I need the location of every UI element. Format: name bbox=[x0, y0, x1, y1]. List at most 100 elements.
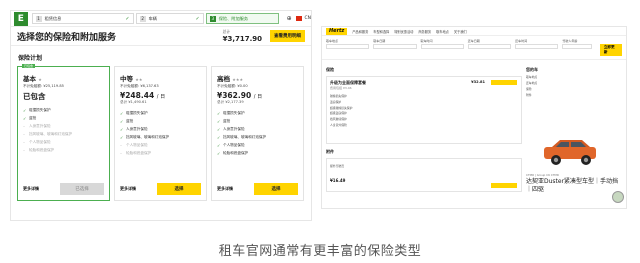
feature-item: ✓ 轮胎和底盘保护 bbox=[217, 151, 298, 156]
europcar-screenshot: E 1 租赁信息 ✓ 2 车辆 ✓ 3 保险、附加服务 ⊕ CN 选择您的保险和… bbox=[10, 10, 312, 221]
plan-price: ¥248.44 / 日 bbox=[120, 91, 201, 100]
feature-text: 人身意外保险 bbox=[29, 124, 51, 128]
language-code[interactable]: CN bbox=[304, 16, 311, 21]
feature-item: ✓ 盗抢 bbox=[23, 116, 104, 121]
step-rental-info[interactable]: 1 租赁信息 ✓ bbox=[31, 13, 134, 24]
nav-item[interactable]: 特别优惠活动 bbox=[394, 29, 413, 34]
hertz-main-content: 保险 升级为全面保障套餐 费用包括 ¥3.46 ¥32.81 碰撞损失保护 盗窃… bbox=[326, 67, 522, 192]
hertz-screenshot: Hertz 产品和服务 车型和选择 特别优惠活动 商务服务 取车地点 关于我们 … bbox=[321, 26, 627, 209]
field-label: 取车日期 bbox=[373, 39, 386, 43]
europcar-header: 选择您的保险和附加服务 总计 ¥3,717.90 查看费用明细 bbox=[11, 27, 311, 46]
step-label: 租赁信息 bbox=[44, 15, 62, 21]
price-value: ¥248.44 bbox=[120, 91, 155, 100]
package-item: 超级碰撞损失保护 bbox=[330, 105, 353, 110]
feature-list: ✓ 碰撞损失保护 ✓ 盗抢 ✓ 人身意外保险 ✓ 挡风玻璃、玻璃和灯泡保护 ✓ 个人物品保… bbox=[217, 111, 298, 156]
pickup-date-field[interactable]: 取车日期 bbox=[373, 39, 417, 49]
select-button[interactable]: 选择 bbox=[157, 183, 201, 195]
price-unit: / 日 bbox=[253, 94, 263, 100]
nav-item[interactable]: 商务服务 bbox=[418, 29, 431, 34]
return-time-field[interactable]: 还车时间 bbox=[515, 39, 559, 49]
step-number: 2 bbox=[139, 15, 146, 22]
included-badge: 已包含 bbox=[22, 64, 36, 68]
card-actions: 更多详情 已选择 bbox=[23, 183, 104, 195]
package-item: 挡风玻璃保护 bbox=[330, 117, 347, 122]
check-icon: ✓ bbox=[195, 15, 200, 22]
return-date-field[interactable]: 还车日期 bbox=[467, 39, 512, 49]
feature-item: ✓ 人身意外保险 bbox=[217, 127, 298, 132]
add-extra-button[interactable] bbox=[491, 183, 517, 188]
selected-button[interactable]: 已选择 bbox=[60, 183, 104, 195]
card-actions: 更多详情 选择 bbox=[120, 183, 201, 195]
comparison-figure: E 1 租赁信息 ✓ 2 车辆 ✓ 3 保险、附加服务 ⊕ CN 选择您的保险和… bbox=[0, 0, 640, 263]
step-label: 车辆 bbox=[148, 15, 157, 21]
feature-item: ✓ 人身意外保险 bbox=[120, 127, 201, 132]
plan-card-premium[interactable]: 高档 ★★★ 不计免赔额: ¥0.00 ¥362.90 / 日 总计 ¥2,17… bbox=[211, 66, 304, 201]
field-value[interactable] bbox=[562, 44, 592, 49]
feature-text: 挡风玻璃、玻璃和灯泡保护 bbox=[223, 135, 267, 139]
card-actions: 更多详情 选择 bbox=[217, 183, 298, 195]
feature-text: 个人物品保险 bbox=[126, 143, 148, 147]
price-value: ¥362.90 bbox=[217, 91, 252, 100]
plan-name: 高档 ★★★ bbox=[217, 73, 298, 83]
field-value[interactable] bbox=[326, 44, 370, 49]
user-icon[interactable]: ⊕ bbox=[287, 15, 292, 22]
package-item: 超级盗窃保护 bbox=[330, 111, 347, 116]
plan-card-basic[interactable]: 已包含 基本 ★ 不计免赔额: ¥25,119.85 已包含 ✓ 碰撞损失保护 ✓… bbox=[17, 64, 110, 201]
feature-text: 盗抢 bbox=[223, 119, 231, 123]
add-package-button[interactable] bbox=[491, 80, 517, 85]
china-flag-icon[interactable] bbox=[295, 16, 303, 21]
view-cost-details-button[interactable]: 查看费用明细 bbox=[270, 30, 305, 42]
insurance-plan-list: 已包含 基本 ★ 不计免赔额: ¥25,119.85 已包含 ✓ 碰撞损失保护 ✓… bbox=[11, 64, 311, 201]
nav-item[interactable]: 车型和选择 bbox=[373, 29, 389, 34]
more-details-link[interactable]: 更多详情 bbox=[217, 186, 233, 192]
feature-text: 挡风玻璃、玻璃和灯泡保护 bbox=[29, 132, 73, 136]
package-subtitle: 费用包括 ¥3.46 bbox=[330, 86, 352, 90]
feature-text: 人身意外保险 bbox=[126, 127, 148, 131]
feature-text: 轮胎和底盘保护 bbox=[126, 151, 152, 155]
pickup-location-field[interactable]: 取车地点 bbox=[326, 39, 370, 49]
field-value[interactable] bbox=[515, 44, 559, 49]
field-label: 还车时间 bbox=[515, 39, 528, 43]
package-price: ¥32.81 bbox=[471, 80, 485, 84]
car-image bbox=[544, 140, 596, 165]
extra-price: ¥16.49 bbox=[330, 177, 346, 183]
plan-card-medium[interactable]: 中等 ★★ 不计免赔额: ¥6,137.63 ¥248.44 / 日 总计 ¥1… bbox=[114, 66, 207, 201]
more-details-link[interactable]: 更多详情 bbox=[23, 186, 39, 192]
star-icon: ★ bbox=[38, 77, 42, 82]
step-insurance[interactable]: 3 保险、附加服务 bbox=[205, 13, 279, 24]
plan-price: ¥362.90 / 日 bbox=[217, 91, 298, 100]
sidebar-title: 您的车 bbox=[526, 67, 538, 72]
feature-item: – 个人物品保险 bbox=[120, 143, 201, 148]
field-value[interactable] bbox=[420, 44, 464, 49]
more-details-link[interactable]: 更多详情 bbox=[120, 186, 136, 192]
field-value[interactable] bbox=[373, 44, 417, 49]
europcar-logo[interactable]: E bbox=[14, 11, 28, 26]
update-search-button[interactable]: 立即更新 bbox=[599, 44, 622, 56]
nav-item[interactable]: 关于我们 bbox=[454, 29, 467, 34]
plan-total: 总计 ¥2,177.39 bbox=[217, 100, 244, 104]
pickup-time-field[interactable]: 取车时间 bbox=[420, 39, 464, 49]
step-vehicle[interactable]: 2 车辆 ✓ bbox=[135, 13, 204, 24]
feature-list: ✓ 碰撞损失保护 ✓ 盗抢 ✓ 人身意外保险 ✓ 挡风玻璃、玻璃和灯泡保护 – 个人物品保… bbox=[120, 111, 201, 156]
feature-list: ✓ 碰撞损失保护 ✓ 盗抢 – 人身意外保险 – 挡风玻璃、玻璃和灯泡保护 – 个人物品保… bbox=[23, 108, 104, 153]
full-protection-package[interactable]: 升级为全面保障套餐 费用包括 ¥3.46 ¥32.81 碰撞损失保护 盗窃保护 … bbox=[326, 76, 522, 144]
hertz-logo[interactable]: Hertz bbox=[326, 27, 348, 35]
nav-item[interactable]: 产品和服务 bbox=[352, 29, 368, 34]
sidebar-row: 还车地点 bbox=[526, 81, 538, 85]
feature-text: 碰撞损失保护 bbox=[223, 111, 245, 115]
feature-text: 盗抢 bbox=[126, 119, 134, 123]
nav-item[interactable]: 取车地点 bbox=[436, 29, 449, 34]
plan-name-text: 基本 bbox=[23, 75, 36, 83]
plan-name-text: 中等 bbox=[120, 75, 133, 83]
field-value[interactable] bbox=[467, 44, 512, 49]
extra-driver-option[interactable]: 额外驾驶员 ¥16.49 bbox=[326, 158, 522, 192]
feature-text: 挡风玻璃、玻璃和灯泡保护 bbox=[126, 135, 170, 139]
extras-section-title: 附件 bbox=[326, 149, 334, 154]
avatar[interactable] bbox=[612, 191, 624, 203]
plan-name-text: 高档 bbox=[217, 75, 230, 83]
feature-item: ✓ 碰撞损失保护 bbox=[217, 111, 298, 116]
field-label: 还车日期 bbox=[467, 39, 480, 43]
driver-age-field[interactable]: 驾驶人年龄 bbox=[562, 39, 592, 49]
select-button[interactable]: 选择 bbox=[254, 183, 298, 195]
feature-item: ✓ 挡风玻璃、玻璃和灯泡保护 bbox=[120, 135, 201, 140]
